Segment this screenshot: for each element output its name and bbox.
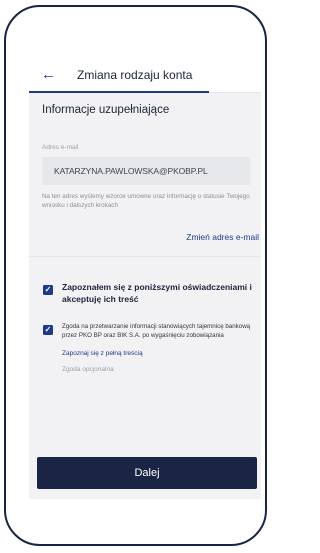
optional-consent-label: Zgoda opcjonalna [62, 366, 114, 373]
progress-indicator [29, 91, 209, 93]
agree-all-checkbox[interactable]: ✓ [43, 285, 53, 295]
email-note: Na ten adres wyślemy wzorce umowne oraz … [42, 193, 250, 209]
change-email-link[interactable]: Zmień adres e-mail [186, 232, 259, 243]
email-field[interactable]: KATARZYNA.PAWLOWSKA@PKOBP.PL [42, 157, 250, 185]
back-arrow-icon[interactable]: ← [41, 66, 56, 84]
bank-secrecy-label: Zgoda na przetwarzanie informacji stanow… [62, 323, 251, 339]
next-button[interactable]: Dalej [37, 457, 257, 489]
email-label: Adres e-mail [42, 144, 79, 151]
page-title: Zmiana rodzaju konta [77, 68, 193, 82]
section-title: Informacje uzupełniające [42, 104, 170, 116]
section-divider [29, 256, 261, 257]
full-content-link[interactable]: Zapoznaj się z pełną treścią [62, 350, 143, 358]
app-header: ← Zmiana rodzaju konta [29, 59, 261, 93]
phone-frame: ← Zmiana rodzaju konta Informacje uzupeł… [4, 5, 267, 546]
agree-all-label: Zapoznałem się z poniższymi oświadczenia… [62, 282, 252, 304]
app-screen: ← Zmiana rodzaju konta Informacje uzupeł… [29, 59, 261, 499]
bank-secrecy-checkbox[interactable]: ✓ [43, 325, 53, 335]
